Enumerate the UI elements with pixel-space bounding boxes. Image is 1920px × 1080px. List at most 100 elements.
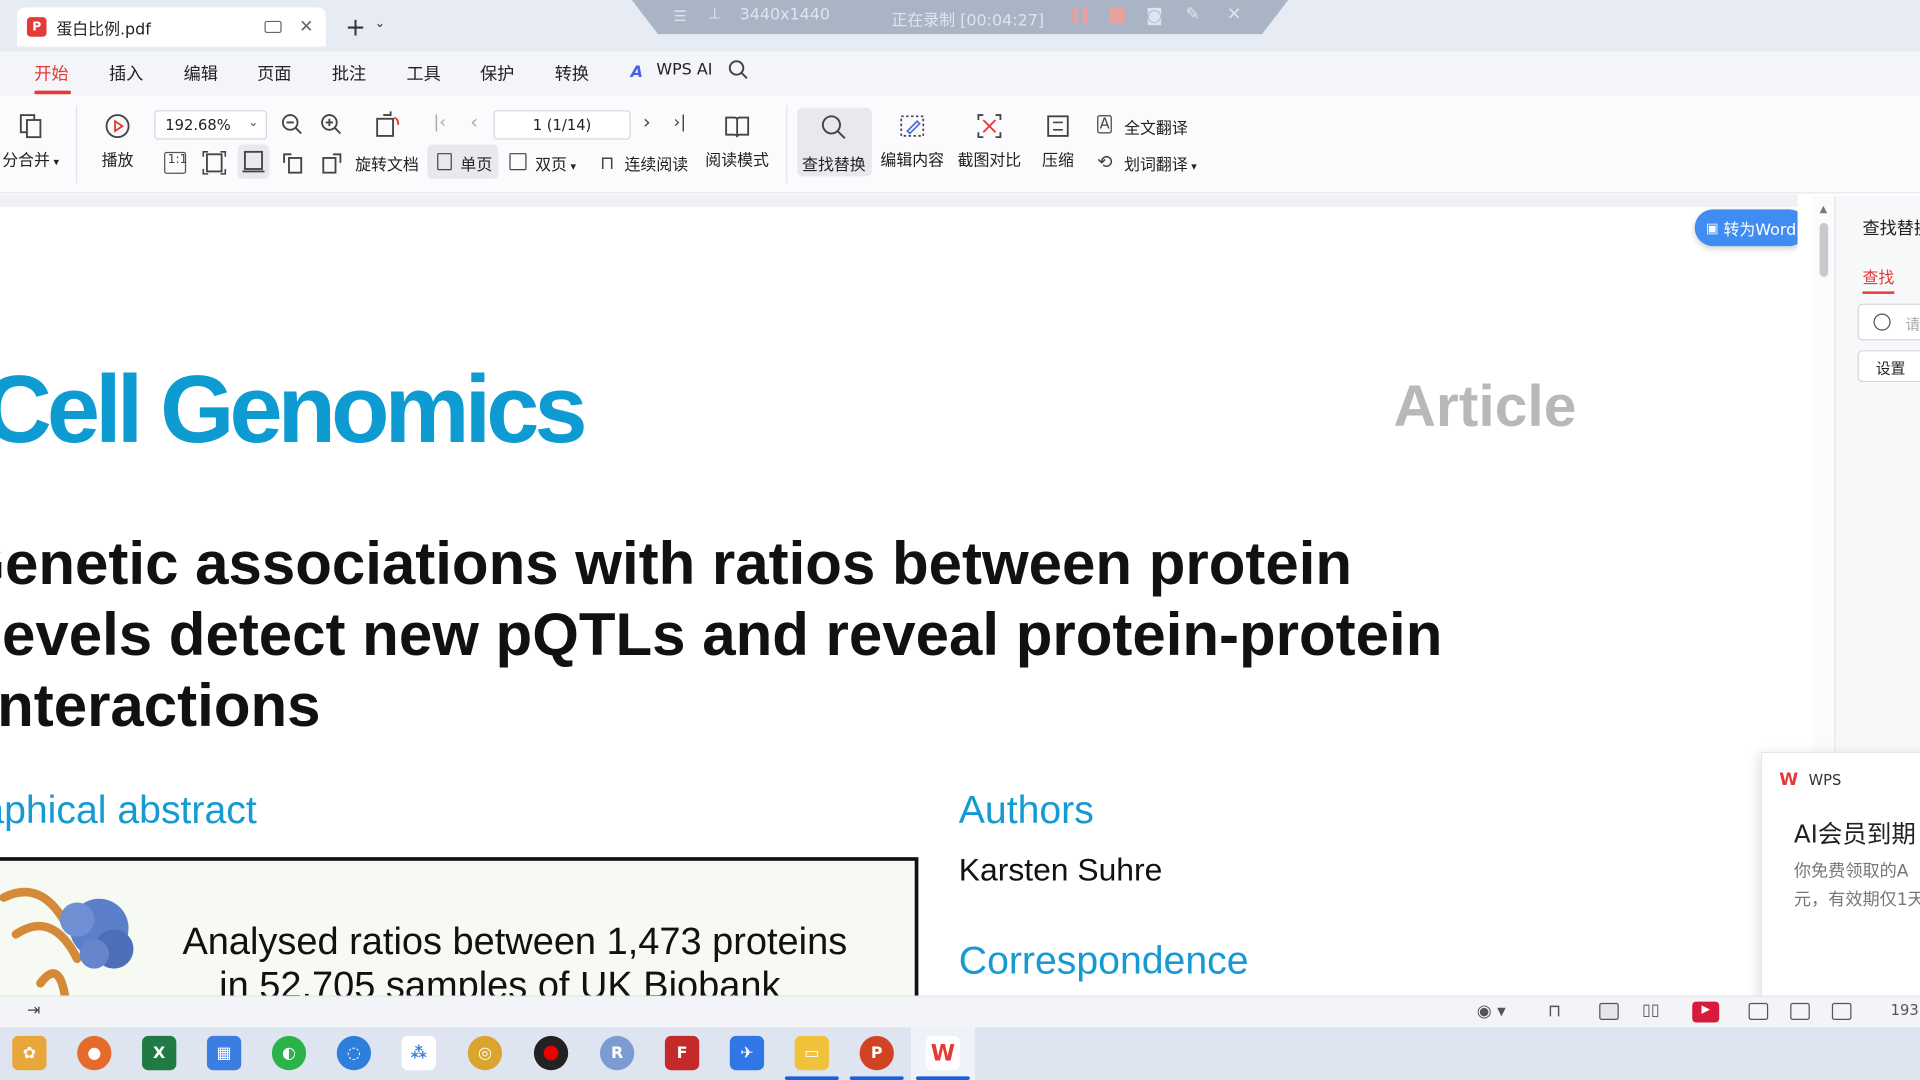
notification-title: AI会员到期 [1793, 819, 1916, 849]
filezilla-icon[interactable]: F [664, 1035, 700, 1071]
fit-width-icon[interactable] [1831, 1002, 1852, 1021]
continuous-read-label[interactable]: 连续阅读 [624, 152, 688, 175]
actual-size-icon[interactable]: 1:1 [164, 151, 187, 174]
tab-title: 蛋白比例.pdf [56, 20, 151, 39]
single-page-view-icon[interactable] [1599, 1002, 1619, 1021]
rotate-document-icon[interactable] [372, 110, 401, 139]
notification-body: 你免费领取的A 元，有效期仅1天 [1794, 858, 1920, 914]
word-icon: ▣ [1705, 219, 1719, 236]
camera-icon[interactable]: ◙ [1146, 6, 1163, 26]
menu-page[interactable]: 页面 [257, 61, 291, 85]
explorer-icon[interactable]: ▭ [794, 1035, 829, 1071]
fit-page-icon[interactable] [202, 151, 227, 175]
next-page-icon[interactable]: › [643, 110, 651, 133]
eye-icon[interactable]: ◉ ▾ [1477, 1002, 1506, 1022]
expand-sidebar-icon[interactable]: ⇥ [27, 1002, 40, 1020]
paint-icon[interactable]: ✿ [12, 1035, 47, 1071]
find-replace-button[interactable]: 查找替换 [797, 107, 872, 177]
double-page-label[interactable]: 双页 ▾ [535, 152, 576, 175]
scroll-thumb[interactable] [1819, 222, 1829, 277]
bubble-icon[interactable]: ◌ [336, 1035, 372, 1071]
search-icon[interactable] [727, 59, 749, 81]
r-icon[interactable]: R [600, 1035, 635, 1071]
zoom-status[interactable]: 193 [1891, 1002, 1919, 1019]
pause-icon[interactable] [1072, 7, 1088, 24]
zoom-out-icon[interactable] [280, 113, 304, 137]
zoom-select[interactable]: 192.68% ⌄ [154, 110, 267, 140]
single-page-button[interactable]: 单页 [427, 144, 499, 179]
edit-content-icon [900, 115, 925, 137]
running-indicator [849, 1076, 904, 1080]
fit-icon[interactable] [1748, 1002, 1769, 1021]
wps-icon[interactable]: W [925, 1035, 961, 1071]
menu-edit[interactable]: 编辑 [184, 61, 218, 85]
pin-icon[interactable]: ⊥ [708, 5, 722, 23]
menu-tools[interactable]: 工具 [407, 61, 441, 85]
chrome-icon[interactable]: ◎ [467, 1035, 503, 1071]
read-mode-button[interactable]: 阅读模式 [703, 113, 772, 170]
new-tab-button[interactable]: + [345, 12, 366, 41]
document-view[interactable]: ▣ 转为Word Cell Genomics Article Genetic a… [0, 194, 1798, 996]
zoom-in-icon[interactable] [320, 113, 344, 137]
wps-notification[interactable]: W WPS AI会员到期 你免费领取的A 元，有效期仅1天 [1760, 751, 1920, 1012]
graphical-abstract-text-1: Analysed ratios between 1,473 proteins [182, 919, 848, 963]
menu-insert[interactable]: 插入 [109, 61, 143, 85]
obs-icon[interactable] [533, 1035, 569, 1071]
screenshot-compare-button[interactable]: 截图对比 [955, 113, 1024, 170]
search-icon [821, 115, 846, 140]
article-type: Article [1393, 374, 1577, 440]
graphical-abstract-figure: Analysed ratios between 1,473 proteins i… [0, 857, 919, 996]
rotate-document-label[interactable]: 旋转文档 [355, 152, 419, 175]
feishu-icon[interactable]: ✈ [729, 1035, 765, 1071]
fit-width-button[interactable] [237, 144, 270, 179]
chevron-down-icon[interactable]: ⌄ [375, 17, 385, 30]
rotate-left-icon[interactable] [280, 151, 304, 175]
word-translate-label[interactable]: 划词翻译 ▾ [1124, 152, 1197, 175]
close-icon[interactable]: ✕ [1227, 5, 1241, 25]
prev-page-icon[interactable]: ‹ [470, 110, 478, 133]
scroll-up-icon[interactable]: ▲ [1820, 203, 1828, 214]
stop-icon[interactable] [1109, 7, 1126, 24]
play-presentation-icon[interactable]: ▶ [1692, 1001, 1720, 1023]
wechat-icon[interactable]: ◐ [271, 1035, 307, 1071]
document-tab[interactable]: P 蛋白比例.pdf ✕ [17, 7, 326, 47]
continuous-icon[interactable]: ⊓ [1548, 1002, 1561, 1022]
double-page-view-icon[interactable]: ▯▯ [1642, 1002, 1660, 1020]
article-title-line-2: levels detect new pQTLs and reveal prote… [0, 602, 1443, 669]
settings-button[interactable]: 设置 [1857, 350, 1920, 383]
pen-icon[interactable]: ✎ [1185, 5, 1199, 25]
menu-icon[interactable]: ☰ [673, 7, 686, 24]
menu-wps-ai[interactable]: WPS AI [656, 61, 712, 79]
excel-icon[interactable]: X [142, 1035, 177, 1071]
edit-content-button[interactable]: 编辑内容 [878, 113, 947, 170]
store-icon[interactable]: ▦ [206, 1035, 242, 1071]
split-merge-button[interactable]: 分合并 ▾ [0, 113, 61, 170]
full-translate-label[interactable]: 全文翻译 [1124, 115, 1188, 138]
firefox-icon[interactable]: ● [77, 1035, 112, 1071]
fit-page-icon[interactable] [1790, 1002, 1810, 1021]
menu-home[interactable]: 开始 [34, 61, 68, 85]
page-number-input[interactable]: 1 (1/14) [493, 110, 631, 140]
network-icon[interactable]: ⁂ [401, 1035, 436, 1071]
authors-heading: Authors [958, 787, 1094, 832]
compress-button[interactable]: 压缩 [1038, 113, 1077, 170]
find-input[interactable]: 请 [1857, 303, 1920, 341]
monitor-icon[interactable] [264, 20, 282, 34]
powerpoint-icon[interactable]: P [859, 1035, 894, 1071]
notification-body-line-2: 元，有效期仅1天 [1793, 890, 1920, 910]
play-button[interactable]: 播放 [98, 113, 137, 170]
double-page-icon [509, 153, 527, 171]
rotate-right-icon[interactable] [320, 151, 344, 175]
toolbar-divider [75, 105, 78, 184]
book-icon [725, 116, 750, 138]
last-page-icon[interactable]: ›| [673, 113, 686, 133]
article-title-line-3: interactions [0, 673, 321, 740]
tab-find[interactable]: 查找 [1862, 264, 1894, 287]
close-tab-icon[interactable]: ✕ [299, 17, 313, 37]
convert-to-word-button[interactable]: ▣ 转为Word [1694, 209, 1798, 247]
menu-convert[interactable]: 转换 [555, 61, 589, 85]
menu-annotate[interactable]: 批注 [332, 61, 366, 85]
first-page-icon[interactable]: |‹ [433, 113, 446, 133]
menu-protect[interactable]: 保护 [480, 61, 514, 85]
translate-icon: A [1097, 115, 1113, 134]
